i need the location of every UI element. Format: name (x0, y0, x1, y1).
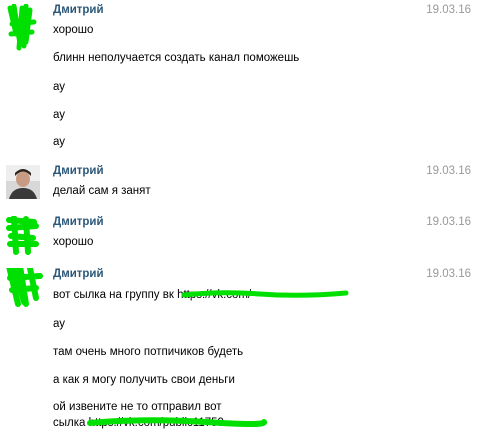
redaction-scribble (181, 290, 349, 298)
message-text: хорошо (53, 24, 94, 36)
message-text: там очень много потпичиков будеть (53, 346, 244, 358)
message-text: ау (53, 318, 66, 330)
message-text: ау (53, 81, 66, 93)
avatar-redacted[interactable] (6, 216, 40, 255)
message-text: ау (53, 109, 66, 121)
avatar-redacted[interactable] (6, 4, 40, 51)
author-name[interactable]: Дмитрий (53, 4, 104, 16)
message-date[interactable]: 19.03.16 (426, 4, 471, 16)
message-text: хорошо (53, 236, 94, 248)
message-text: блинн неполучается создать канал поможеш… (53, 52, 300, 64)
avatar-photo[interactable] (6, 165, 40, 199)
message-text: ой извените не то отправил вот (53, 401, 222, 413)
message-text: ау (53, 136, 66, 148)
redaction-scribble (87, 417, 268, 427)
avatar-redacted[interactable] (6, 268, 43, 307)
author-name[interactable]: Дмитрий (53, 268, 104, 280)
message-date[interactable]: 19.03.16 (426, 165, 471, 177)
message-text: а как я могу получить свои деньги (53, 374, 235, 386)
message-date[interactable]: 19.03.16 (426, 268, 471, 280)
message-date[interactable]: 19.03.16 (426, 216, 471, 228)
message-text: делай сам я занят (53, 185, 151, 197)
author-name[interactable]: Дмитрий (53, 165, 104, 177)
author-name[interactable]: Дмитрий (53, 216, 104, 228)
